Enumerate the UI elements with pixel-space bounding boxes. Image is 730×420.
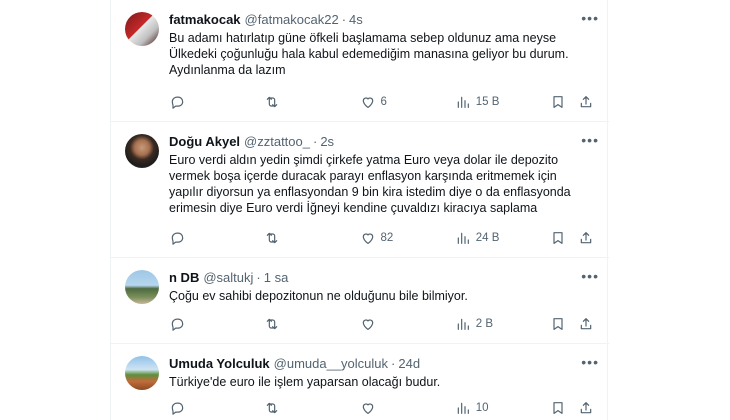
reply-button[interactable] <box>169 94 229 110</box>
views-count: 2 B <box>475 318 494 330</box>
bookmark-icon[interactable] <box>550 230 566 246</box>
user-name[interactable]: Umuda Yolculuk <box>169 356 270 371</box>
views-icon <box>457 318 469 330</box>
user-handle[interactable]: @fatmakocak22 <box>245 12 339 27</box>
reply-icon <box>171 96 184 109</box>
more-icon[interactable]: ••• <box>581 132 599 148</box>
tweet-text-line: Bu adamı hatırlatıp güne öfkeli başlamam… <box>169 31 557 45</box>
like-icon <box>362 403 373 414</box>
avatar[interactable] <box>125 270 159 304</box>
more-icon[interactable]: ••• <box>581 268 599 284</box>
bookmark-icon[interactable] <box>550 400 566 416</box>
tweet[interactable]: Umuda Yolculuk @umuda__yolculuk · 24d ••… <box>111 344 609 420</box>
like-button[interactable]: 6 <box>360 94 420 110</box>
tweet-text-line: Türkiye'de euro ile işlem yaparsan olaca… <box>169 375 441 389</box>
tweet-text: Euro verdi aldın yedin şimdi çirkefe yat… <box>169 152 599 216</box>
retweet-icon <box>266 232 278 244</box>
like-icon <box>362 233 373 244</box>
views-icon <box>457 232 469 244</box>
reply-icon <box>171 402 184 415</box>
retweet-button[interactable] <box>264 230 324 246</box>
views-count: 24 B <box>475 232 500 244</box>
views-icon <box>457 96 469 108</box>
tweet-time[interactable]: 24d <box>398 356 420 371</box>
more-icon[interactable]: ••• <box>581 10 599 26</box>
tweet-text-line: Çoğu ev sahibi depozitonun ne olduğunu b… <box>169 289 468 303</box>
action-group <box>550 230 594 246</box>
tweet-header: Umuda Yolculuk @umuda__yolculuk · 24d <box>169 355 421 371</box>
more-icon[interactable]: ••• <box>581 354 599 370</box>
retweet-icon <box>266 96 278 108</box>
avatar[interactable] <box>125 12 159 46</box>
user-name[interactable]: Doğu Akyel <box>169 134 240 149</box>
tweet-actions: 82 24 B <box>169 229 594 247</box>
user-handle[interactable]: @saltukj <box>203 270 253 285</box>
tweet-text-line: Euro verdi aldın yedin şimdi çirkefe yat… <box>169 153 559 167</box>
tweet-header: n DB @saltukj · 1 sa <box>169 269 289 285</box>
retweet-button[interactable] <box>264 400 324 416</box>
reply-icon <box>171 232 184 245</box>
tweet-text: Türkiye'de euro ile işlem yaparsan olaca… <box>169 374 599 390</box>
views-count: 10 <box>475 402 489 414</box>
user-name[interactable]: fatmakocak <box>169 12 241 27</box>
avatar[interactable] <box>125 134 159 168</box>
reply-button[interactable] <box>169 316 229 332</box>
tweet-time[interactable]: 1 sa <box>264 270 289 285</box>
tweet-text-line: Ülkedeki çoğunluğu hala kabul edemediğim… <box>169 47 569 61</box>
user-handle[interactable]: @umuda__yolculuk <box>274 356 388 371</box>
views-icon <box>457 402 469 414</box>
like-button[interactable] <box>360 400 420 416</box>
like-button[interactable]: 82 <box>360 230 420 246</box>
views-button[interactable]: 15 B <box>455 94 515 110</box>
share-icon[interactable] <box>578 316 594 332</box>
like-icon <box>362 97 373 108</box>
bookmark-icon[interactable] <box>550 94 566 110</box>
tweet-text: Çoğu ev sahibi depozitonun ne olduğunu b… <box>169 288 599 304</box>
tweet-header: fatmakocak @fatmakocak22 · 4s <box>169 11 363 27</box>
user-handle[interactable]: @zztattoo_ <box>244 134 310 149</box>
views-button[interactable]: 2 B <box>455 316 515 332</box>
share-icon[interactable] <box>578 400 594 416</box>
tweet-text-line: Aydınlanma da lazım <box>169 63 286 77</box>
reply-button[interactable] <box>169 400 229 416</box>
views-count: 15 B <box>475 96 500 108</box>
action-group <box>550 316 594 332</box>
tweet[interactable]: n DB @saltukj · 1 sa ••• Çoğu ev sahibi … <box>111 258 609 344</box>
tweet-actions: 10 <box>169 399 594 417</box>
retweet-button[interactable] <box>264 316 324 332</box>
avatar[interactable] <box>125 356 159 390</box>
bookmark-icon[interactable] <box>550 316 566 332</box>
share-icon[interactable] <box>578 230 594 246</box>
timeline: fatmakocak @fatmakocak22 · 4s ••• Bu ada… <box>110 0 609 420</box>
tweet-time[interactable]: 2s <box>320 134 334 149</box>
action-group <box>550 94 594 110</box>
tweet-actions: 2 B <box>169 315 594 333</box>
retweet-button[interactable] <box>264 94 324 110</box>
share-icon[interactable] <box>578 94 594 110</box>
tweet[interactable]: fatmakocak @fatmakocak22 · 4s ••• Bu ada… <box>111 0 609 122</box>
views-button[interactable]: 24 B <box>455 230 515 246</box>
tweet-text-line: vermek boşa içerde duracak parayı enflas… <box>169 169 557 183</box>
like-count: 82 <box>380 232 394 244</box>
retweet-icon <box>266 318 278 330</box>
like-icon <box>362 319 373 330</box>
retweet-icon <box>266 402 278 414</box>
user-name[interactable]: n DB <box>169 270 199 285</box>
reply-icon <box>171 318 184 331</box>
tweet-text-line: erimesin diye Euro verdi İğneyi kendine … <box>169 201 538 215</box>
tweet-text: Bu adamı hatırlatıp güne öfkeli başlamam… <box>169 30 599 78</box>
tweet-text-line: yapılır diyorsun ya enflasyondan 9 bin k… <box>169 185 571 199</box>
like-button[interactable] <box>360 316 420 332</box>
reply-button[interactable] <box>169 230 229 246</box>
tweet-actions: 6 15 B <box>169 93 594 111</box>
tweet-time[interactable]: 4s <box>349 12 363 27</box>
views-button[interactable]: 10 <box>455 400 515 416</box>
tweet[interactable]: Doğu Akyel @zztattoo_ · 2s ••• Euro verd… <box>111 122 609 258</box>
action-group <box>550 400 594 416</box>
tweet-header: Doğu Akyel @zztattoo_ · 2s <box>169 133 335 149</box>
like-count: 6 <box>380 96 387 108</box>
